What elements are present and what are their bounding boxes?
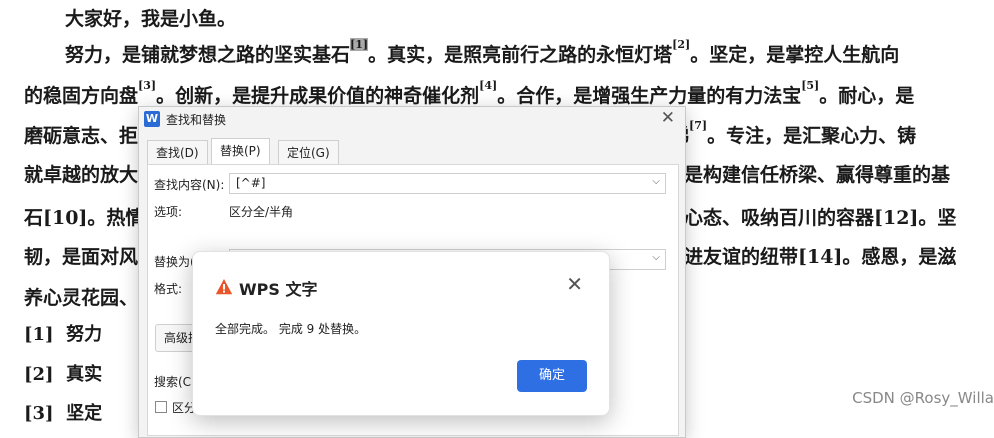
find-label: 查找内容(N):: [154, 178, 225, 192]
reference-item: [2] 真实: [24, 364, 103, 385]
doc-line-6b: 心态、吸纳百川的容器[12]。坚: [684, 207, 957, 229]
doc-line-2: 努力，是铺就梦想之路的坚实基石[1]。真实，是照亮前行之路的永恒灯塔[2]。坚定…: [65, 38, 900, 66]
ref-mark-5: [5]: [801, 79, 820, 92]
match-checkbox[interactable]: [155, 401, 167, 413]
ref-mark-7: [7]: [689, 119, 708, 132]
message-title: WPS 文字: [239, 280, 318, 299]
close-icon[interactable]: ✕: [661, 108, 675, 128]
doc-line-5b: 是构建信任桥梁、赢得尊重的基: [684, 164, 951, 186]
warning-icon: [215, 279, 233, 295]
ref-mark-3: [3]: [138, 79, 157, 92]
tab-find[interactable]: 查找(D): [147, 140, 208, 164]
reference-item: [1] 努力: [24, 324, 103, 345]
doc-line-4b: 阶梯[7]。专注，是汇聚心力、铸: [651, 119, 917, 147]
chevron-down-icon[interactable]: ⌵: [652, 176, 660, 187]
ok-button[interactable]: 确定: [517, 360, 587, 392]
chevron-down-icon[interactable]: ⌵: [652, 252, 660, 263]
doc-line-8: 养心灵花园、: [24, 287, 139, 309]
search-label: 搜索(C): [154, 375, 196, 389]
close-icon[interactable]: ✕: [566, 272, 583, 296]
replace-label: 替换为(: [154, 255, 195, 269]
doc-line-1: 大家好，我是小鱼。: [65, 8, 237, 30]
format-label: 格式:: [154, 282, 183, 296]
message-text: 全部完成。 完成 9 处替换。: [215, 322, 367, 336]
ref-mark-2: [2]: [672, 38, 691, 51]
ref-mark-1: [1]: [350, 38, 369, 51]
tab-goto[interactable]: 定位(G): [278, 140, 339, 164]
dialog-title-bar[interactable]: W 查找和替换 ✕: [139, 107, 685, 131]
wps-message-box: WPS 文字 ✕ 全部完成。 完成 9 处替换。 确定: [192, 251, 610, 416]
find-value: [^#]: [236, 176, 266, 190]
options-label: 选项:: [154, 205, 183, 219]
watermark: CSDN @Rosy_Willa: [852, 389, 994, 407]
doc-line-3: 的稳固方向盘[3]。创新，是提升成果价值的神奇催化剂[4]。合作，是增强生产力量…: [24, 79, 915, 107]
options-value: 区分全/半角: [229, 205, 294, 219]
doc-line-7b: 进友谊的纽带[14]。感恩，是滋: [684, 246, 957, 268]
reference-item: [3] 坚定: [24, 403, 103, 424]
doc-line-6a: 石[10]。热情: [24, 207, 145, 229]
find-input[interactable]: [^#] ⌵: [229, 173, 666, 194]
dialog-title: 查找和替换: [166, 113, 227, 127]
doc-line-5a: 就卓越的放大: [24, 164, 139, 186]
wps-logo-icon: W: [144, 111, 160, 127]
tab-replace[interactable]: 替换(P): [211, 138, 270, 164]
doc-line-4a: 磨砺意志、拒: [24, 125, 139, 147]
ref-mark-4: [4]: [479, 79, 498, 92]
doc-line-7a: 韧，是面对风: [24, 246, 139, 268]
